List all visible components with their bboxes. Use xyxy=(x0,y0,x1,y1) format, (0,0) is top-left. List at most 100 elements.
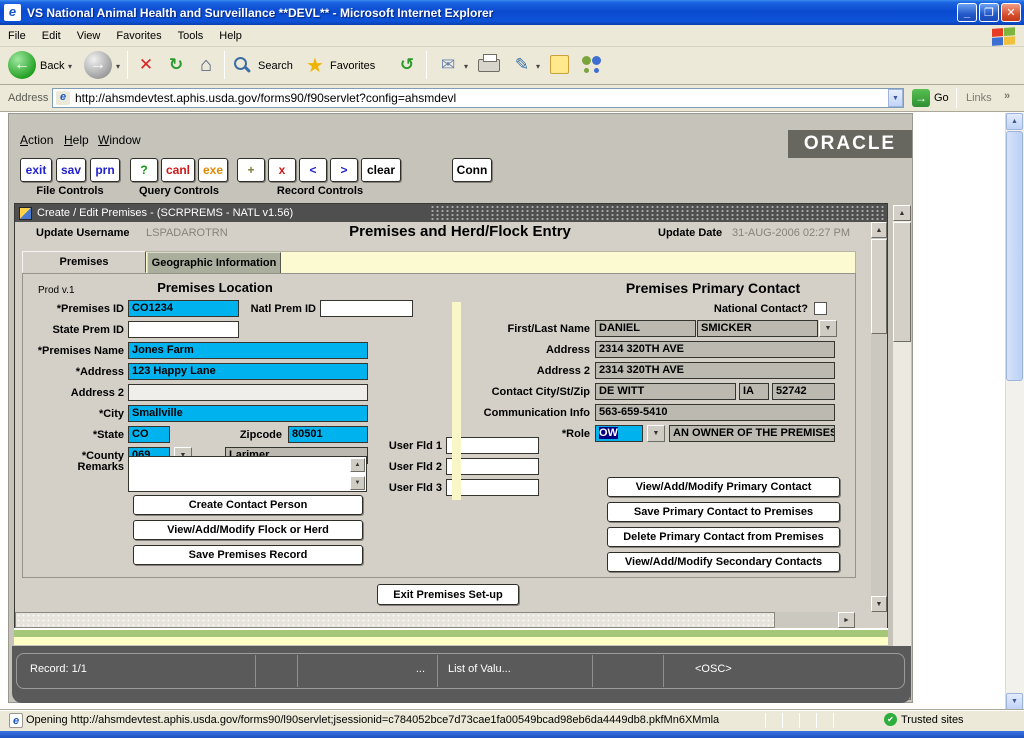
view-add-modify-secondary-contacts-button[interactable]: View/Add/Modify Secondary Contacts xyxy=(607,552,840,572)
stop-icon[interactable]: ✕ xyxy=(134,53,158,77)
menu-file[interactable]: File xyxy=(0,30,34,42)
minimize-button[interactable]: _ xyxy=(957,3,977,22)
close-button[interactable]: ✕ xyxy=(1001,3,1021,22)
edit-dropdown-icon[interactable]: ▾ xyxy=(536,62,540,71)
favorites-star-icon[interactable]: ★ xyxy=(303,53,327,77)
add-record-button[interactable]: + xyxy=(237,158,265,182)
file-controls-label: File Controls xyxy=(20,185,120,197)
toolbar-separator xyxy=(224,51,225,79)
national-contact-label: National Contact? xyxy=(640,303,808,315)
premises-name-field[interactable]: Jones Farm xyxy=(128,342,368,359)
record-controls-label: Record Controls xyxy=(237,185,403,197)
oracle-menu-help[interactable]: Help xyxy=(64,133,89,147)
scroll-right-icon[interactable]: ► xyxy=(838,612,855,628)
premises-id-field[interactable]: CO1234 xyxy=(128,300,239,317)
page-scroll-up-icon[interactable]: ▲ xyxy=(1006,113,1023,130)
zipcode-field[interactable]: 80501 xyxy=(288,426,368,443)
print-icon[interactable] xyxy=(478,59,500,72)
exit-premises-setup-button[interactable]: Exit Premises Set-up xyxy=(377,584,519,605)
scroll-down-icon[interactable]: ▼ xyxy=(871,596,887,612)
back-label[interactable]: Back xyxy=(40,60,64,72)
conn-button[interactable]: Conn xyxy=(452,158,492,182)
menu-favorites[interactable]: Favorites xyxy=(108,30,169,42)
address2-field[interactable] xyxy=(128,384,368,401)
note-icon[interactable] xyxy=(550,55,569,74)
previous-record-button[interactable]: < xyxy=(299,158,327,182)
exit-button[interactable]: exit xyxy=(20,158,52,182)
address-field[interactable]: 123 Happy Lane xyxy=(128,363,368,380)
edit-icon[interactable]: ✎ xyxy=(510,53,534,77)
applet-scrollbar-thumb[interactable] xyxy=(893,222,911,342)
state-prem-id-field[interactable] xyxy=(128,321,239,338)
back-icon[interactable]: ← xyxy=(8,51,36,79)
role-code-selected-text: OW xyxy=(599,427,618,439)
horizontal-scrollbar-thumb[interactable] xyxy=(15,612,775,628)
oracle-menu-window[interactable]: Window xyxy=(98,133,141,147)
contact-city-st-zip-label: Contact City/St/Zip xyxy=(438,386,590,398)
taskbar-edge xyxy=(0,731,1024,738)
menu-view[interactable]: View xyxy=(69,30,109,42)
search-icon[interactable] xyxy=(234,57,247,70)
vertical-scrollbar-thumb[interactable] xyxy=(871,239,887,334)
address-url[interactable]: http://ahsmdevtest.aphis.usda.gov/forms9… xyxy=(75,91,456,105)
forward-dropdown-icon[interactable]: ▾ xyxy=(116,62,120,71)
delete-primary-contact-button[interactable]: Delete Primary Contact from Premises xyxy=(607,527,840,547)
restore-button[interactable]: ❐ xyxy=(979,3,999,22)
address-input[interactable]: e http://ahsmdevtest.aphis.usda.gov/form… xyxy=(52,88,904,108)
favorites-label[interactable]: Favorites xyxy=(330,60,375,72)
go-label[interactable]: Go xyxy=(934,92,949,104)
view-add-modify-primary-contact-button[interactable]: View/Add/Modify Primary Contact xyxy=(607,477,840,497)
remarks-field[interactable] xyxy=(128,456,367,492)
mail-icon[interactable]: ✉ xyxy=(436,53,460,77)
user-fld-3-label: User Fld 3 xyxy=(378,482,442,494)
save-button[interactable]: sav xyxy=(56,158,86,182)
remarks-scroll-up-icon[interactable]: ▲ xyxy=(350,458,365,472)
role-code-field[interactable]: OW xyxy=(595,425,643,442)
remarks-scroll-down-icon[interactable]: ▼ xyxy=(350,476,365,490)
page-scroll-down-icon[interactable]: ▼ xyxy=(1006,693,1023,710)
menu-tools[interactable]: Tools xyxy=(170,30,212,42)
search-label[interactable]: Search xyxy=(258,60,293,72)
tab-premises[interactable]: Premises xyxy=(22,251,146,273)
menu-help[interactable]: Help xyxy=(211,30,250,42)
city-field[interactable]: Smallville xyxy=(128,405,368,422)
refresh-icon[interactable]: ↻ xyxy=(164,53,188,77)
next-record-button[interactable]: > xyxy=(330,158,358,182)
back-dropdown-icon[interactable]: ▾ xyxy=(68,62,72,71)
forward-icon[interactable]: → xyxy=(84,51,112,79)
role-dropdown-icon[interactable]: ▼ xyxy=(647,425,665,442)
links-chevron-icon[interactable]: » xyxy=(1004,90,1010,102)
scroll-up-icon[interactable]: ▲ xyxy=(871,222,887,238)
applet-scroll-up-icon[interactable]: ▲ xyxy=(893,205,911,221)
clear-button[interactable]: clear xyxy=(361,158,401,182)
contact-address-field: 2314 320TH AVE xyxy=(595,341,835,358)
address-dropdown-icon[interactable]: ▼ xyxy=(888,89,903,107)
tab-geographic-information[interactable]: Geographic Information xyxy=(147,252,281,274)
national-contact-checkbox[interactable] xyxy=(814,302,827,315)
messenger-icon[interactable] xyxy=(580,55,604,75)
cancel-query-button[interactable]: canl xyxy=(161,158,195,182)
execute-query-button[interactable]: exe xyxy=(198,158,228,182)
home-icon[interactable]: ⌂ xyxy=(194,53,218,77)
page-icon: e xyxy=(56,91,70,105)
status-separator xyxy=(255,655,256,687)
menu-edit[interactable]: Edit xyxy=(34,30,69,42)
state-field[interactable]: CO xyxy=(128,426,170,443)
oracle-menu-action[interactable]: Action xyxy=(20,133,53,147)
record-count-text: Record: 1/1 xyxy=(30,663,87,675)
view-add-modify-flock-herd-button[interactable]: View/Add/Modify Flock or Herd xyxy=(133,520,363,540)
links-label[interactable]: Links xyxy=(966,92,992,104)
enter-query-button[interactable]: ? xyxy=(130,158,158,182)
save-primary-contact-button[interactable]: Save Primary Contact to Premises xyxy=(607,502,840,522)
history-icon[interactable]: ↺ xyxy=(395,53,419,77)
go-icon[interactable]: → xyxy=(912,89,930,107)
delete-record-button[interactable]: x xyxy=(268,158,296,182)
save-premises-record-button[interactable]: Save Premises Record xyxy=(133,545,363,565)
status-separator xyxy=(297,655,298,687)
mail-dropdown-icon[interactable]: ▾ xyxy=(464,62,468,71)
create-contact-person-button[interactable]: Create Contact Person xyxy=(133,495,363,515)
natl-prem-id-field[interactable] xyxy=(320,300,413,317)
print-form-button[interactable]: prn xyxy=(90,158,120,182)
page-scrollbar-thumb[interactable] xyxy=(1006,131,1023,381)
name-dropdown-icon[interactable]: ▼ xyxy=(819,320,837,337)
